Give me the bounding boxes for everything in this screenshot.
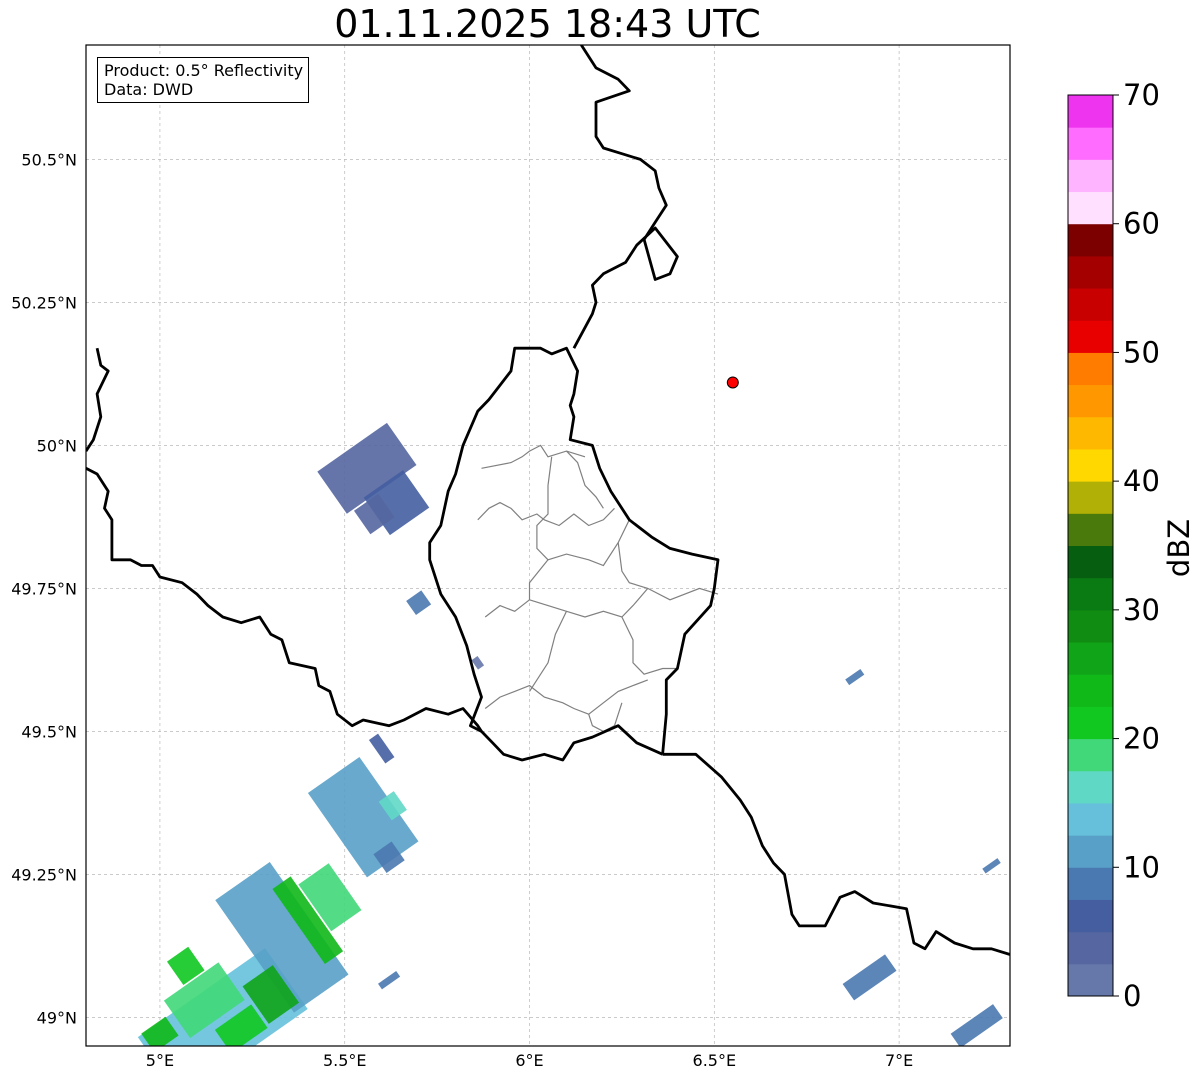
colorbar-swatch	[1068, 352, 1113, 386]
lon-tick-label: 6.5°E	[693, 1051, 737, 1070]
colorbar-ticks: 0 10 20 30 40 50 60 70	[1113, 78, 1160, 1013]
colorbar-tick-label: 30	[1123, 593, 1160, 627]
colorbar-swatch	[1068, 448, 1113, 482]
colorbar-swatch	[1068, 577, 1113, 611]
colorbar-swatch	[1068, 159, 1113, 193]
lon-tick-label: 5°E	[146, 1051, 174, 1070]
lat-tick-label: 49.5°N	[21, 722, 77, 741]
colorbar-tick-label: 60	[1123, 207, 1160, 241]
colorbar-tick-label: 20	[1123, 722, 1160, 756]
colorbar-swatch	[1068, 416, 1113, 450]
colorbar-swatch	[1068, 95, 1113, 128]
colorbar-swatch	[1068, 320, 1113, 353]
colorbar-tick-label: 0	[1123, 979, 1141, 1013]
colorbar-swatch	[1068, 899, 1113, 933]
lat-tick-label: 49.75°N	[11, 579, 77, 598]
colorbar-swatch	[1068, 255, 1113, 289]
colorbar-swatches	[1068, 95, 1113, 997]
lat-tick-label: 50.5°N	[21, 150, 77, 169]
colorbar-swatch	[1068, 738, 1113, 772]
radar-map: 5°E 5.5°E 6°E 6.5°E 7°E 49°N 49.25°N 49.5°N 49.…	[11, 44, 1196, 1070]
colorbar-swatch	[1068, 127, 1113, 160]
data-source-text: Data: DWD	[104, 80, 194, 99]
colorbar-swatch	[1068, 835, 1113, 868]
colorbar-tick-label: 70	[1123, 78, 1160, 112]
lat-tick-label: 50°N	[37, 436, 77, 455]
lat-tick-label: 49.25°N	[11, 865, 77, 884]
colorbar-tick-label: 50	[1123, 335, 1160, 369]
colorbar-swatch	[1068, 513, 1113, 546]
lon-tick-label: 6°E	[515, 1051, 543, 1070]
lat-tick-label: 49°N	[37, 1008, 77, 1027]
colorbar-swatch	[1068, 642, 1113, 675]
colorbar-swatch	[1068, 481, 1113, 514]
latitude-ticks: 49°N 49.25°N 49.5°N 49.75°N 50°N 50.25°N 50.5°…	[11, 150, 77, 1027]
colorbar-swatch	[1068, 288, 1113, 321]
colorbar-swatch	[1068, 770, 1113, 804]
colorbar-swatch	[1068, 384, 1113, 418]
colorbar-swatch	[1068, 545, 1113, 579]
colorbar-swatch	[1068, 802, 1113, 836]
colorbar-tick-label: 40	[1123, 464, 1160, 498]
radar-site-marker	[726, 376, 739, 389]
lat-tick-label: 50.25°N	[11, 293, 77, 312]
lon-tick-label: 7°E	[885, 1051, 913, 1070]
colorbar-swatch	[1068, 706, 1113, 740]
colorbar-swatch	[1068, 223, 1113, 257]
longitude-ticks: 5°E 5.5°E 6°E 6.5°E 7°E	[146, 1051, 913, 1070]
colorbar-swatch	[1068, 867, 1113, 900]
product-text: Product: 0.5° Reflectivity	[104, 61, 304, 80]
colorbar: 0 10 20 30 40 50 60 70 dBZ	[1067, 78, 1196, 1013]
colorbar-swatch	[1068, 674, 1113, 707]
info-box: Product: 0.5° Reflectivity Data: DWD	[97, 57, 310, 103]
colorbar-swatch	[1068, 963, 1113, 997]
colorbar-swatch	[1068, 931, 1113, 965]
colorbar-swatch	[1068, 609, 1113, 643]
colorbar-tick-label: 10	[1123, 850, 1160, 884]
colorbar-label: dBZ	[1162, 519, 1196, 577]
colorbar-swatch	[1068, 191, 1113, 225]
lon-tick-label: 5.5°E	[323, 1051, 367, 1070]
